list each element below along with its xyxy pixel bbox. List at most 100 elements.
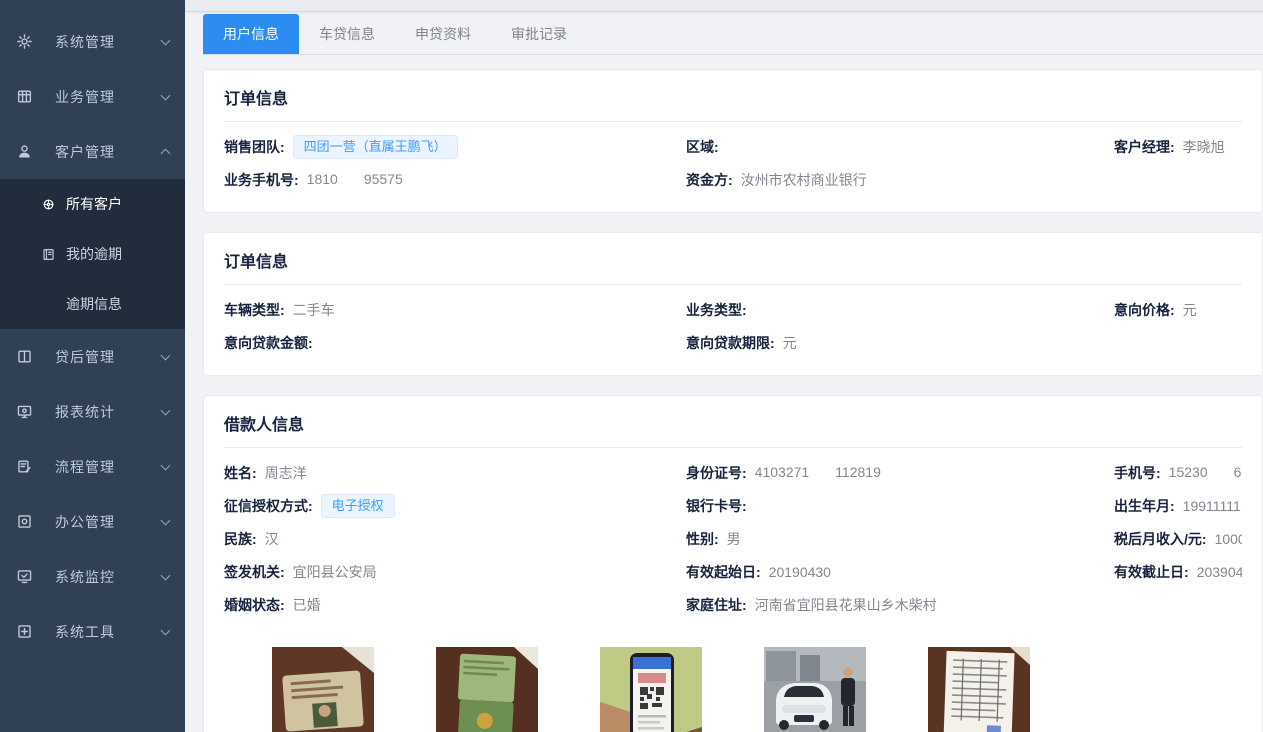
sidebar-item-my-overdue[interactable]: 我的逾期	[0, 229, 185, 279]
field-valid-to: 有效截止日: 20390430	[1114, 562, 1242, 582]
field-business-type: 业务类型:	[686, 300, 1114, 320]
tab-approval-records[interactable]: 审批记录	[491, 14, 587, 54]
chevron-down-icon	[161, 35, 171, 45]
sidebar-item-label: 系统管理	[55, 32, 162, 52]
chevron-down-icon	[161, 460, 171, 470]
phone-qr-photo-thumb	[600, 647, 702, 732]
sidebar-item-label: 我的逾期	[66, 244, 122, 264]
field-birth-date: 出生年月: 19911111	[1114, 496, 1242, 516]
sidebar-item-process-mgmt[interactable]: 流程管理	[0, 439, 185, 494]
order-info-card-2: 订单信息 车辆类型: 二手车 业务类型: 意向价格: 元	[203, 232, 1263, 376]
field-name: 姓名: 周志洋	[224, 463, 686, 483]
sidebar-item-system-tools[interactable]: 系统工具	[0, 604, 185, 659]
sidebar-item-postloan-mgmt[interactable]: 贷后管理	[0, 329, 185, 384]
user-icon	[15, 143, 33, 161]
field-ethnicity: 民族: 汉	[224, 529, 686, 549]
square-circle-icon	[15, 513, 33, 531]
field-intent-price: 意向价格: 元	[1114, 300, 1242, 320]
redaction-mask	[1208, 467, 1234, 481]
document-photo-thumb	[928, 647, 1030, 732]
field-intent-loan-term: 意向贷款期限: 元	[686, 333, 1114, 353]
field-gender: 性别: 男	[686, 529, 1114, 549]
gear-icon	[15, 33, 33, 51]
card-title: 借款人信息	[224, 396, 1242, 448]
field-marital-status: 婚姻状态: 已婚	[224, 595, 686, 615]
top-navbar-edge	[185, 0, 1263, 12]
photo-handwritten-document[interactable]: 其他材料	[928, 647, 1030, 732]
redaction-mask	[338, 174, 364, 188]
monitor-check-icon	[15, 568, 33, 586]
field-valid-from: 有效起始日: 20190430	[686, 562, 1114, 582]
clipboard-pen-icon	[15, 458, 33, 476]
field-intent-loan-amount: 意向贷款金额:	[224, 333, 686, 353]
main-content: 用户信息 车贷信息 申贷资料 审批记录 订单信息 销售团队: 四团一营（直属王鹏…	[185, 0, 1263, 732]
chevron-down-icon	[161, 405, 171, 415]
chevron-down-icon	[161, 515, 171, 525]
sales-team-tag[interactable]: 四团一营（直属王鹏飞）	[293, 135, 458, 159]
borrower-info-card: 借款人信息 姓名: 周志洋 身份证号: 4103271112819 手机号: 1…	[203, 395, 1263, 732]
sidebar-item-label: 流程管理	[55, 457, 162, 477]
id-card-photo-thumb	[272, 647, 374, 732]
detail-tabs: 用户信息 车贷信息 申贷资料 审批记录	[203, 14, 1263, 55]
sidebar-item-customer-mgmt[interactable]: 客户管理	[0, 124, 185, 179]
photo-phone-qr[interactable]: 授权截图	[600, 647, 702, 732]
sidebar-item-label: 系统工具	[55, 622, 162, 642]
sidebar-item-label: 系统监控	[55, 567, 162, 587]
tab-car-loan-info[interactable]: 车贷信息	[299, 14, 395, 54]
sidebar: 系统管理 业务管理 客户管理 所有客户	[0, 0, 185, 732]
notebook-icon	[40, 246, 56, 262]
field-customer-manager: 客户经理: 李晓旭	[1114, 137, 1242, 157]
field-region: 区域:	[686, 137, 1114, 157]
sidebar-item-label: 所有客户	[66, 194, 122, 214]
field-monthly-income: 税后月收入/元: 10000	[1114, 529, 1242, 549]
box-plus-icon	[15, 623, 33, 641]
sidebar-item-label: 逾期信息	[66, 294, 122, 314]
photo-credential-booklet[interactable]: 行驶证照片	[436, 647, 538, 732]
card-title: 订单信息	[224, 70, 1242, 122]
document-photos: 本人照	[224, 637, 1242, 732]
field-business-phone: 业务手机号: 181095575	[224, 170, 686, 190]
booklet-photo-thumb	[436, 647, 538, 732]
chevron-down-icon	[161, 350, 171, 360]
sidebar-item-office-mgmt[interactable]: 办公管理	[0, 494, 185, 549]
card-title: 订单信息	[224, 233, 1242, 285]
photo-id-card[interactable]: 本人照	[272, 647, 374, 732]
sidebar-item-business-mgmt[interactable]: 业务管理	[0, 69, 185, 124]
grid-icon	[15, 88, 33, 106]
sidebar-item-label: 客户管理	[55, 142, 162, 162]
tab-user-info[interactable]: 用户信息	[203, 14, 299, 54]
car-photo-thumb	[764, 647, 866, 732]
sidebar-item-label: 办公管理	[55, 512, 162, 532]
sidebar-item-label: 业务管理	[55, 87, 162, 107]
tab-loan-application-docs[interactable]: 申贷资料	[395, 14, 491, 54]
sidebar-item-label: 贷后管理	[55, 347, 162, 367]
chevron-down-icon	[161, 625, 171, 635]
field-issuing-authority: 签发机关: 宜阳县公安局	[224, 562, 686, 582]
field-sales-team: 销售团队: 四团一营（直属王鹏飞）	[224, 135, 686, 159]
order-info-card-1: 订单信息 销售团队: 四团一营（直属王鹏飞） 区域: 客户经理: 李晓旭	[203, 69, 1263, 213]
sidebar-item-label: 报表统计	[55, 402, 162, 422]
field-home-address: 家庭住址: 河南省宜阳县花果山乡木柴村	[686, 595, 1114, 615]
sidebar-item-report-stats[interactable]: 报表统计	[0, 384, 185, 439]
sidebar-item-system-monitor[interactable]: 系统监控	[0, 549, 185, 604]
credit-auth-tag[interactable]: 电子授权	[321, 494, 395, 518]
field-phone: 手机号: 152306137	[1114, 463, 1242, 483]
monitor-icon	[15, 403, 33, 421]
chevron-down-icon	[161, 570, 171, 580]
field-id-number: 身份证号: 4103271112819	[686, 463, 1114, 483]
app-window: 系统管理 业务管理 客户管理 所有客户	[0, 0, 1263, 732]
customer-submenu: 所有客户 我的逾期 逾期信息	[0, 179, 185, 329]
chevron-down-icon	[161, 90, 171, 100]
field-credit-auth-method: 征信授权方式: 电子授权	[224, 494, 686, 518]
field-funder: 资金方: 汝州市农村商业银行	[686, 170, 1114, 190]
sidebar-item-system-mgmt[interactable]: 系统管理	[0, 14, 185, 69]
field-vehicle-type: 车辆类型: 二手车	[224, 300, 686, 320]
photo-car-owner[interactable]: 车辆照片	[764, 647, 866, 732]
redaction-mask	[809, 467, 835, 481]
book-panes-icon	[15, 348, 33, 366]
chevron-up-icon	[161, 149, 171, 159]
field-bank-card: 银行卡号:	[686, 496, 1114, 516]
wheel-icon	[40, 196, 56, 212]
sidebar-item-all-customers[interactable]: 所有客户	[0, 179, 185, 229]
sidebar-item-overdue-info[interactable]: 逾期信息	[0, 279, 185, 329]
